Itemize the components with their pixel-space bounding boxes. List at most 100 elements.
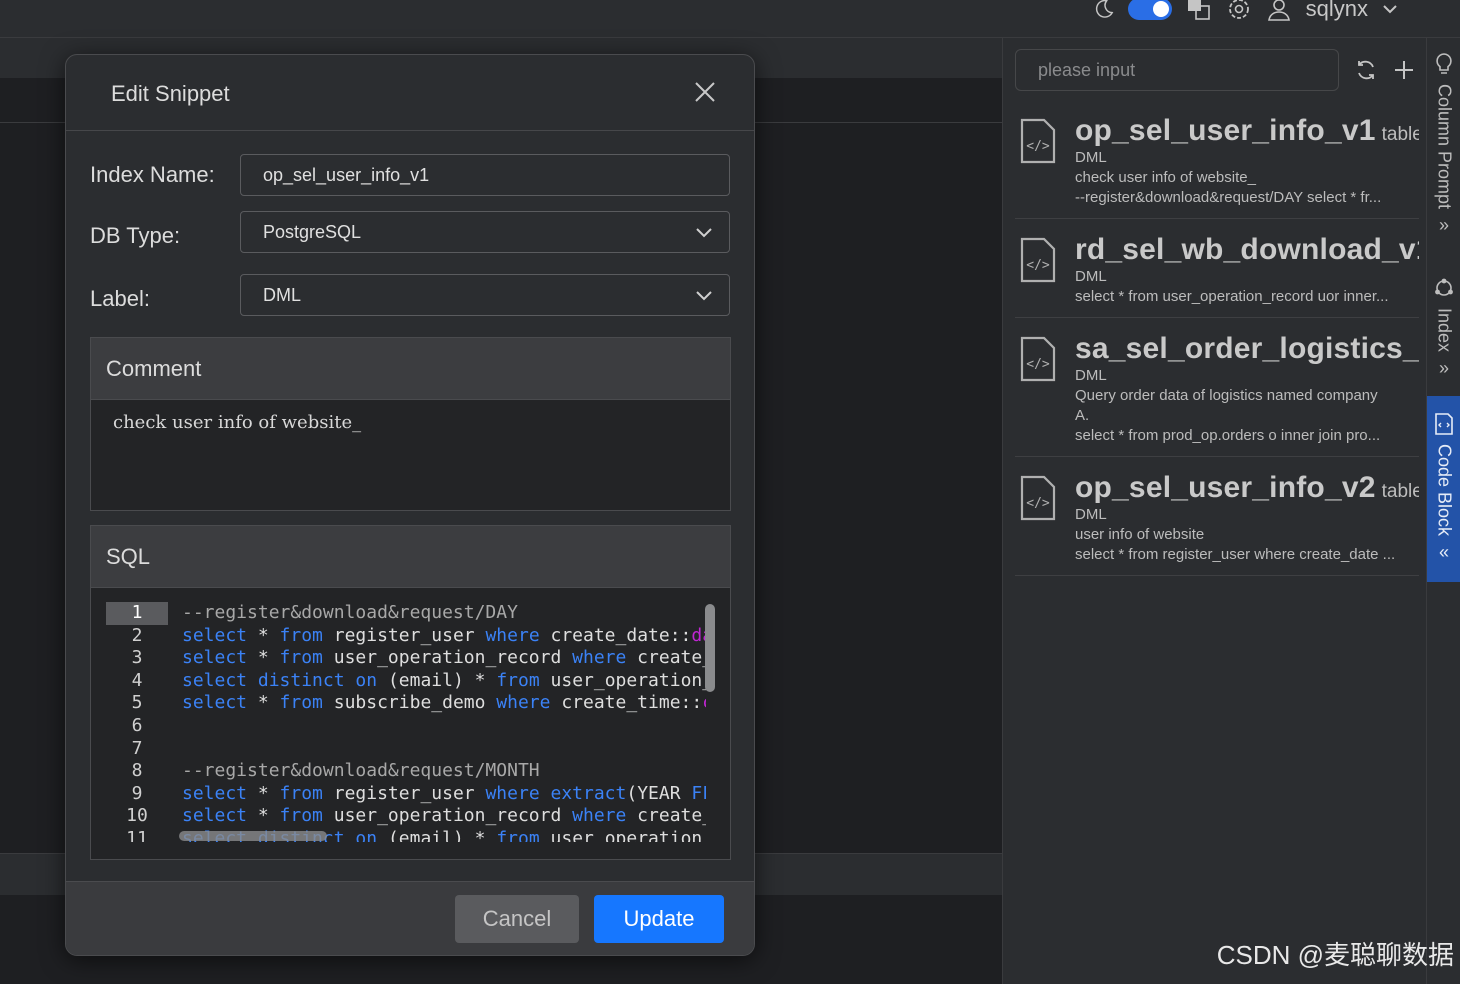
- tab-code-block[interactable]: Code Block «: [1427, 396, 1460, 582]
- code-file-icon: </>: [1020, 475, 1056, 521]
- code-line: 6: [106, 715, 706, 738]
- cancel-button[interactable]: Cancel: [455, 895, 579, 943]
- top-toolbar: sqlynx: [1092, 0, 1398, 24]
- add-icon[interactable]: [1392, 58, 1416, 82]
- sql-keyword: select: [182, 805, 248, 827]
- translate-icon[interactable]: [1186, 0, 1212, 22]
- index-icon: [1435, 278, 1453, 296]
- svg-text:</>: </>: [1026, 139, 1050, 154]
- vertical-scrollbar[interactable]: [705, 604, 715, 692]
- dialog-header: Edit Snippet: [66, 55, 754, 131]
- comment-header: Comment: [91, 338, 730, 400]
- chevron-double-right-icon: »: [1438, 215, 1449, 236]
- snippet-label: DML: [1075, 149, 1107, 166]
- line-number: 4: [131, 669, 143, 691]
- sql-text: (email) *: [377, 669, 497, 691]
- chevron-down-icon[interactable]: [1382, 3, 1398, 15]
- tab-label: Column Prompt: [1434, 84, 1455, 210]
- sql-keyword: select: [182, 647, 248, 669]
- snippet-item[interactable]: </> op_sel_user_info_v2table.po DML user…: [1015, 457, 1419, 576]
- sql-text: user_operation: [539, 827, 703, 842]
- code-line: 4 select distinct on (email) * from user_…: [106, 670, 706, 693]
- close-icon[interactable]: [694, 81, 716, 103]
- snippet-list: </> op_sel_user_info_v1table.po DML chec…: [1015, 100, 1419, 576]
- snippet-comment: check user info of website_: [1075, 169, 1256, 186]
- sql-editor[interactable]: 1 --register&download&request/DAY 2 select …: [106, 602, 706, 842]
- side-tab-bar: Column Prompt » Index » Code Block «: [1426, 38, 1460, 984]
- horizontal-scrollbar[interactable]: [179, 831, 327, 841]
- sql-text: create_: [626, 805, 706, 827]
- sql-text: create_date::: [539, 624, 692, 646]
- snippet-name: sa_sel_order_logistics_v2: [1075, 332, 1419, 365]
- sql-keyword: where: [572, 805, 627, 827]
- index-name-label: Index Name:: [90, 162, 215, 187]
- sql-keyword: where: [496, 692, 551, 714]
- sql-text: *: [247, 782, 280, 804]
- search-box[interactable]: [1015, 49, 1339, 91]
- snippet-table: table.po: [1381, 481, 1419, 502]
- snippet-sql-preview: select * from register_user where create…: [1075, 546, 1396, 563]
- tab-label: Index: [1434, 308, 1455, 353]
- sql-keyword: where: [572, 647, 627, 669]
- refresh-icon[interactable]: [1354, 58, 1378, 82]
- sql-keyword: select: [182, 669, 248, 691]
- line-number: 7: [131, 737, 143, 759]
- label-select[interactable]: DML: [240, 274, 730, 316]
- code-file-icon: </>: [1020, 237, 1056, 283]
- code-line: 9 select * from register_user where extra…: [106, 783, 706, 806]
- snippet-label: DML: [1075, 367, 1107, 384]
- sql-text: (email) *: [377, 827, 497, 842]
- comment-textarea[interactable]: check user info of website_: [91, 400, 730, 433]
- settings-icon[interactable]: [1226, 0, 1252, 22]
- index-name-row: Index Name:: [90, 154, 731, 196]
- search-input[interactable]: [1016, 50, 1338, 90]
- sql-keyword: from: [496, 669, 540, 691]
- snippet-sql-preview: --register&download&request/DAY select *…: [1075, 189, 1382, 206]
- chevron-double-left-icon: «: [1438, 542, 1449, 563]
- code-block-icon: [1435, 413, 1453, 435]
- sql-text: *: [247, 647, 280, 669]
- sql-text: create_time::: [550, 692, 703, 714]
- line-number: 2: [131, 624, 143, 646]
- code-line: 3 select * from user_operation_record whe…: [106, 647, 706, 670]
- chevron-down-icon: [696, 228, 712, 238]
- code-line: 10 select * from user_operation_record wh…: [106, 805, 706, 828]
- svg-text:</>: </>: [1026, 496, 1050, 511]
- sql-keyword: select: [182, 782, 248, 804]
- dialog-footer: Cancel Update: [66, 881, 754, 955]
- label-label: Label:: [90, 286, 150, 311]
- snippet-item[interactable]: </> op_sel_user_info_v1table.po DML chec…: [1015, 100, 1419, 219]
- snippet-item[interactable]: </> rd_sel_wb_download_v1ta DML select *…: [1015, 219, 1419, 318]
- username[interactable]: sqlynx: [1306, 0, 1368, 22]
- sql-text: user_operation_: [539, 669, 706, 691]
- snippet-label: DML: [1075, 268, 1107, 285]
- top-bar: sqlynx: [0, 0, 1460, 38]
- code-line: 2 select * from register_user where creat…: [106, 625, 706, 648]
- svg-text:</>: </>: [1026, 357, 1050, 372]
- lightbulb-icon: [1436, 53, 1452, 74]
- sql-text: user_operation_record: [322, 647, 573, 669]
- code-line: 1 --register&download&request/DAY: [106, 602, 706, 625]
- sql-keyword: on: [355, 827, 378, 842]
- line-number: 3: [131, 647, 143, 669]
- db-type-select[interactable]: PostgreSQL: [240, 211, 730, 253]
- snippet-panel: </> op_sel_user_info_v1table.po DML chec…: [1002, 38, 1426, 984]
- snippet-item[interactable]: </> sa_sel_order_logistics_v2t DML Query…: [1015, 318, 1419, 457]
- sql-keyword: from: [279, 782, 323, 804]
- index-name-input[interactable]: [241, 155, 729, 195]
- index-name-field[interactable]: [240, 154, 730, 196]
- code-file-icon: </>: [1020, 118, 1056, 164]
- sql-keyword: from: [279, 624, 323, 646]
- snippet-table: table.po: [1381, 124, 1419, 145]
- sql-header: SQL: [91, 526, 730, 588]
- theme-toggle[interactable]: [1127, 0, 1172, 20]
- line-number: 11: [126, 827, 148, 842]
- sql-keyword: select: [182, 692, 248, 714]
- update-button[interactable]: Update: [594, 895, 724, 943]
- tab-column-prompt[interactable]: Column Prompt »: [1427, 52, 1460, 262]
- sql-text: c: [702, 692, 706, 713]
- line-number: 5: [131, 692, 143, 714]
- tab-index[interactable]: Index »: [1427, 276, 1460, 396]
- line-number: 10: [126, 805, 148, 827]
